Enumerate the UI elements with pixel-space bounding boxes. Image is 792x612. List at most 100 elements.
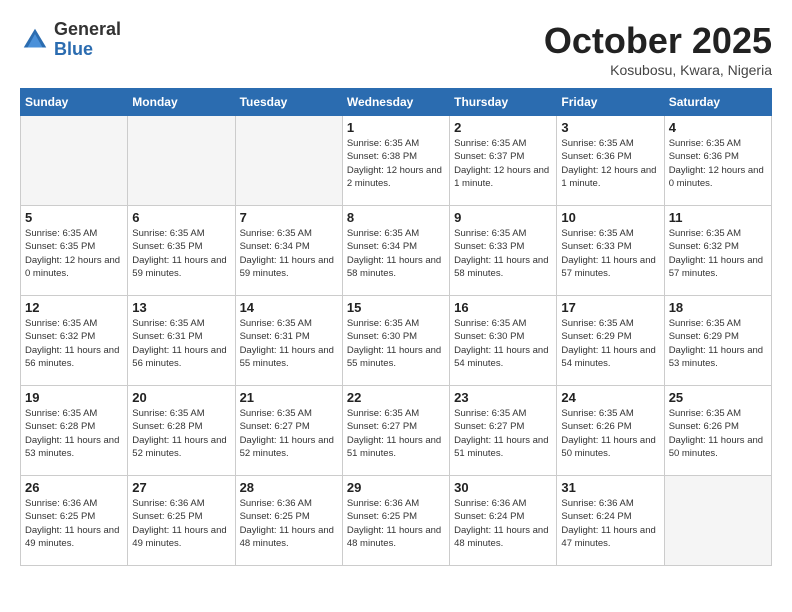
calendar-cell: 17 Sunrise: 6:35 AM Sunset: 6:29 PM Dayli…	[557, 296, 664, 386]
calendar-week-row: 26 Sunrise: 6:36 AM Sunset: 6:25 PM Dayli…	[21, 476, 772, 566]
calendar-cell: 18Sunrise: 6:35 AM Sunset: 6:29 PM Dayli…	[664, 296, 771, 386]
day-number: 19	[25, 390, 123, 405]
day-number: 3	[561, 120, 659, 135]
calendar-cell: 4Sunrise: 6:35 AM Sunset: 6:36 PM Daylig…	[664, 116, 771, 206]
day-number: 26	[25, 480, 123, 495]
day-info: Sunrise: 6:36 AM Sunset: 6:25 PM Dayligh…	[240, 497, 338, 550]
day-info: Sunrise: 6:35 AM Sunset: 6:26 PM Dayligh…	[561, 407, 659, 460]
calendar-cell: 27 Sunrise: 6:36 AM Sunset: 6:25 PM Dayli…	[128, 476, 235, 566]
calendar-cell: 9 Sunrise: 6:35 AM Sunset: 6:33 PM Daylig…	[450, 206, 557, 296]
calendar-cell: 2 Sunrise: 6:35 AM Sunset: 6:37 PM Daylig…	[450, 116, 557, 206]
day-number: 17	[561, 300, 659, 315]
calendar-cell: 20 Sunrise: 6:35 AM Sunset: 6:28 PM Dayli…	[128, 386, 235, 476]
calendar-cell	[235, 116, 342, 206]
calendar-week-row: 12Sunrise: 6:35 AM Sunset: 6:32 PM Dayli…	[21, 296, 772, 386]
calendar-cell: 5Sunrise: 6:35 AM Sunset: 6:35 PM Daylig…	[21, 206, 128, 296]
calendar-cell: 23Sunrise: 6:35 AM Sunset: 6:27 PM Dayli…	[450, 386, 557, 476]
day-number: 29	[347, 480, 445, 495]
logo-icon	[20, 25, 50, 55]
day-number: 9	[454, 210, 552, 225]
calendar-cell: 24 Sunrise: 6:35 AM Sunset: 6:26 PM Dayli…	[557, 386, 664, 476]
calendar-cell: 29 Sunrise: 6:36 AM Sunset: 6:25 PM Dayli…	[342, 476, 449, 566]
day-info: Sunrise: 6:35 AM Sunset: 6:27 PM Dayligh…	[347, 407, 445, 460]
day-info: Sunrise: 6:35 AM Sunset: 6:35 PM Dayligh…	[132, 227, 230, 280]
calendar-cell: 1 Sunrise: 6:35 AM Sunset: 6:38 PM Daylig…	[342, 116, 449, 206]
logo-text: General Blue	[54, 20, 121, 60]
day-number: 6	[132, 210, 230, 225]
calendar-cell: 22 Sunrise: 6:35 AM Sunset: 6:27 PM Dayli…	[342, 386, 449, 476]
day-number: 16	[454, 300, 552, 315]
day-number: 27	[132, 480, 230, 495]
day-info: Sunrise: 6:35 AM Sunset: 6:38 PM Dayligh…	[347, 137, 445, 190]
weekday-header: Thursday	[450, 89, 557, 116]
day-number: 1	[347, 120, 445, 135]
calendar-cell: 25 Sunrise: 6:35 AM Sunset: 6:26 PM Dayli…	[664, 386, 771, 476]
calendar-cell: 13Sunrise: 6:35 AM Sunset: 6:31 PM Dayli…	[128, 296, 235, 386]
calendar-cell: 3 Sunrise: 6:35 AM Sunset: 6:36 PM Daylig…	[557, 116, 664, 206]
day-info: Sunrise: 6:35 AM Sunset: 6:28 PM Dayligh…	[132, 407, 230, 460]
day-info: Sunrise: 6:35 AM Sunset: 6:26 PM Dayligh…	[669, 407, 767, 460]
day-info: Sunrise: 6:36 AM Sunset: 6:25 PM Dayligh…	[347, 497, 445, 550]
day-number: 28	[240, 480, 338, 495]
day-info: Sunrise: 6:36 AM Sunset: 6:25 PM Dayligh…	[25, 497, 123, 550]
day-number: 21	[240, 390, 338, 405]
calendar-cell: 6 Sunrise: 6:35 AM Sunset: 6:35 PM Daylig…	[128, 206, 235, 296]
calendar-cell: 10Sunrise: 6:35 AM Sunset: 6:33 PM Dayli…	[557, 206, 664, 296]
calendar-week-row: 5Sunrise: 6:35 AM Sunset: 6:35 PM Daylig…	[21, 206, 772, 296]
calendar-week-row: 1 Sunrise: 6:35 AM Sunset: 6:38 PM Daylig…	[21, 116, 772, 206]
calendar-cell: 15Sunrise: 6:35 AM Sunset: 6:30 PM Dayli…	[342, 296, 449, 386]
day-info: Sunrise: 6:35 AM Sunset: 6:34 PM Dayligh…	[240, 227, 338, 280]
weekday-header: Monday	[128, 89, 235, 116]
day-info: Sunrise: 6:35 AM Sunset: 6:31 PM Dayligh…	[240, 317, 338, 370]
weekday-header-row: SundayMondayTuesdayWednesdayThursdayFrid…	[21, 89, 772, 116]
day-number: 7	[240, 210, 338, 225]
day-info: Sunrise: 6:35 AM Sunset: 6:33 PM Dayligh…	[561, 227, 659, 280]
day-number: 2	[454, 120, 552, 135]
day-number: 25	[669, 390, 767, 405]
day-number: 12	[25, 300, 123, 315]
day-number: 24	[561, 390, 659, 405]
weekday-header: Saturday	[664, 89, 771, 116]
calendar-cell: 12Sunrise: 6:35 AM Sunset: 6:32 PM Dayli…	[21, 296, 128, 386]
calendar-cell: 30 Sunrise: 6:36 AM Sunset: 6:24 PM Dayli…	[450, 476, 557, 566]
day-info: Sunrise: 6:35 AM Sunset: 6:27 PM Dayligh…	[240, 407, 338, 460]
day-info: Sunrise: 6:35 AM Sunset: 6:30 PM Dayligh…	[454, 317, 552, 370]
weekday-header: Sunday	[21, 89, 128, 116]
calendar-cell: 28 Sunrise: 6:36 AM Sunset: 6:25 PM Dayli…	[235, 476, 342, 566]
weekday-header: Tuesday	[235, 89, 342, 116]
day-info: Sunrise: 6:35 AM Sunset: 6:36 PM Dayligh…	[561, 137, 659, 190]
weekday-header: Friday	[557, 89, 664, 116]
weekday-header: Wednesday	[342, 89, 449, 116]
day-number: 23	[454, 390, 552, 405]
day-info: Sunrise: 6:35 AM Sunset: 6:28 PM Dayligh…	[25, 407, 123, 460]
day-info: Sunrise: 6:35 AM Sunset: 6:29 PM Dayligh…	[561, 317, 659, 370]
day-number: 11	[669, 210, 767, 225]
day-info: Sunrise: 6:35 AM Sunset: 6:29 PM Dayligh…	[669, 317, 767, 370]
day-number: 14	[240, 300, 338, 315]
day-info: Sunrise: 6:36 AM Sunset: 6:25 PM Dayligh…	[132, 497, 230, 550]
calendar-cell: 14 Sunrise: 6:35 AM Sunset: 6:31 PM Dayli…	[235, 296, 342, 386]
calendar-cell: 11Sunrise: 6:35 AM Sunset: 6:32 PM Dayli…	[664, 206, 771, 296]
day-info: Sunrise: 6:35 AM Sunset: 6:34 PM Dayligh…	[347, 227, 445, 280]
calendar-cell: 16 Sunrise: 6:35 AM Sunset: 6:30 PM Dayli…	[450, 296, 557, 386]
page-header: General Blue October 2025 Kosubosu, Kwar…	[20, 20, 772, 78]
month-title: October 2025	[544, 20, 772, 62]
day-info: Sunrise: 6:36 AM Sunset: 6:24 PM Dayligh…	[454, 497, 552, 550]
day-info: Sunrise: 6:35 AM Sunset: 6:37 PM Dayligh…	[454, 137, 552, 190]
logo: General Blue	[20, 20, 121, 60]
day-number: 31	[561, 480, 659, 495]
day-number: 30	[454, 480, 552, 495]
day-number: 22	[347, 390, 445, 405]
calendar-cell: 26 Sunrise: 6:36 AM Sunset: 6:25 PM Dayli…	[21, 476, 128, 566]
calendar-cell: 19 Sunrise: 6:35 AM Sunset: 6:28 PM Dayli…	[21, 386, 128, 476]
logo-general: General	[54, 20, 121, 40]
logo-blue: Blue	[54, 40, 121, 60]
calendar-week-row: 19 Sunrise: 6:35 AM Sunset: 6:28 PM Dayli…	[21, 386, 772, 476]
day-info: Sunrise: 6:36 AM Sunset: 6:24 PM Dayligh…	[561, 497, 659, 550]
day-info: Sunrise: 6:35 AM Sunset: 6:33 PM Dayligh…	[454, 227, 552, 280]
day-number: 13	[132, 300, 230, 315]
day-number: 20	[132, 390, 230, 405]
day-info: Sunrise: 6:35 AM Sunset: 6:30 PM Dayligh…	[347, 317, 445, 370]
calendar-cell: 31 Sunrise: 6:36 AM Sunset: 6:24 PM Dayli…	[557, 476, 664, 566]
calendar-cell	[21, 116, 128, 206]
